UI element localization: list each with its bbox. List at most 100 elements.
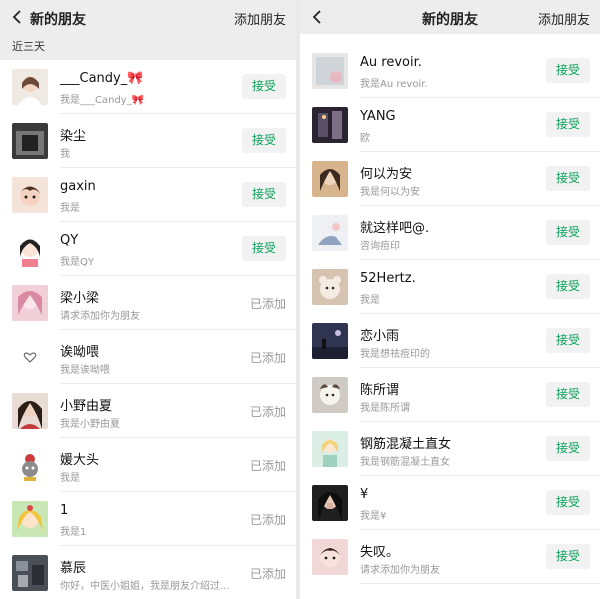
accept-button[interactable]: 接受 bbox=[546, 328, 590, 353]
accept-button[interactable]: 接受 bbox=[546, 490, 590, 515]
avatar bbox=[312, 485, 348, 521]
avatar bbox=[12, 285, 48, 321]
avatar bbox=[312, 377, 348, 413]
avatar bbox=[12, 177, 48, 213]
item-name: 钢筋混凝土直女 bbox=[360, 437, 452, 452]
list-item[interactable]: gaxin 我是 接受 bbox=[0, 168, 296, 222]
accept-button[interactable]: 接受 bbox=[546, 220, 590, 245]
accept-button[interactable]: 接受 bbox=[546, 436, 590, 461]
item-name: ¥ bbox=[360, 487, 369, 502]
item-name: 慕辰 bbox=[60, 561, 87, 576]
avatar bbox=[12, 501, 48, 537]
list-item[interactable]: 恋小雨 我是想祛痘印的 接受 bbox=[300, 314, 600, 368]
list-item[interactable]: 1 我是1 已添加 bbox=[0, 492, 296, 546]
avatar bbox=[312, 269, 348, 305]
item-message: 欧 bbox=[360, 133, 370, 144]
added-status: 已添加 bbox=[249, 513, 286, 527]
list-item[interactable]: 陈所谓 我是陈所谓 接受 bbox=[300, 368, 600, 422]
list-item[interactable]: ¥ 我是¥ 接受 bbox=[300, 476, 600, 530]
avatar bbox=[12, 123, 48, 159]
list-item[interactable]: 就这样吧@. 咨询痘印 接受 bbox=[300, 206, 600, 260]
item-message: 我是¥ bbox=[360, 511, 387, 522]
item-name: 1 bbox=[60, 503, 69, 518]
left-panel: 新的朋友 添加朋友 近三天 ___Candy_🎀 我是___Candy_🎀 接受… bbox=[0, 0, 296, 599]
list-item[interactable]: 媛大头 我是 已添加 bbox=[0, 438, 296, 492]
avatar bbox=[312, 53, 348, 89]
avatar bbox=[312, 539, 348, 575]
item-name: 陈所谓 bbox=[360, 383, 400, 398]
list-item[interactable]: 失叹。 请求添加你为朋友 接受 bbox=[300, 530, 600, 584]
item-name: 失叹。 bbox=[360, 545, 400, 560]
item-name: gaxin bbox=[60, 179, 96, 194]
avatar bbox=[12, 231, 48, 267]
back-arrow-icon[interactable] bbox=[10, 9, 26, 25]
accept-button[interactable]: 接受 bbox=[242, 182, 286, 207]
avatar bbox=[312, 107, 348, 143]
item-message: 请求添加你为朋友 bbox=[60, 311, 140, 322]
accept-button[interactable]: 接受 bbox=[546, 58, 590, 83]
avatar bbox=[312, 431, 348, 467]
list-item[interactable]: 诶呦喂 我是诶呦喂 已添加 bbox=[0, 330, 296, 384]
avatar bbox=[312, 323, 348, 359]
avatar bbox=[12, 447, 48, 483]
avatar bbox=[312, 215, 348, 251]
item-message: 咨询痘印 bbox=[360, 241, 400, 252]
accept-button[interactable]: 接受 bbox=[546, 112, 590, 137]
add-friend-link[interactable]: 添加朋友 bbox=[234, 9, 286, 28]
list-item[interactable]: QY 我是QY 接受 bbox=[0, 222, 296, 276]
added-status: 已添加 bbox=[249, 351, 286, 365]
item-name: 小野由夏 bbox=[60, 399, 113, 414]
list-item[interactable]: 何以为安 我是何以为安 接受 bbox=[300, 152, 600, 206]
avatar bbox=[12, 339, 48, 375]
item-message: 我是1 bbox=[60, 527, 87, 538]
item-message: 请求添加你为朋友 bbox=[360, 565, 440, 576]
added-status: 已添加 bbox=[249, 567, 286, 581]
item-message: 我 bbox=[60, 149, 70, 160]
add-friend-link[interactable]: 添加朋友 bbox=[538, 9, 590, 28]
added-status: 已添加 bbox=[249, 405, 286, 419]
item-message: 我是何以为安 bbox=[360, 187, 420, 198]
item-name: 诶呦喂 bbox=[60, 345, 100, 360]
item-message: 我是 bbox=[60, 203, 80, 214]
list-item[interactable]: Au revoir. 我是Au revoir. 接受 bbox=[300, 44, 600, 98]
item-message: 我是QY bbox=[60, 257, 94, 268]
item-message: 我是想祛痘印的 bbox=[360, 349, 430, 360]
item-name: QY bbox=[60, 233, 79, 248]
accept-button[interactable]: 接受 bbox=[546, 166, 590, 191]
list-item[interactable]: YANG 欧 接受 bbox=[300, 98, 600, 152]
avatar bbox=[12, 69, 48, 105]
avatar bbox=[12, 393, 48, 429]
accept-button[interactable]: 接受 bbox=[242, 74, 286, 99]
list-item[interactable]: 小野由夏 我是小野由夏 已添加 bbox=[0, 384, 296, 438]
item-name: YANG bbox=[360, 109, 396, 124]
added-status: 已添加 bbox=[249, 297, 286, 311]
accept-button[interactable]: 接受 bbox=[546, 382, 590, 407]
avatar bbox=[12, 555, 48, 591]
list-item[interactable]: 52Hertz. 我是 接受 bbox=[300, 260, 600, 314]
list-item[interactable]: 梁小梁 请求添加你为朋友 已添加 bbox=[0, 276, 296, 330]
item-message: 我是 bbox=[360, 295, 380, 306]
list-item[interactable]: ___Candy_🎀 我是___Candy_🎀 接受 bbox=[0, 60, 296, 114]
item-message: 我是 bbox=[60, 473, 80, 484]
item-message: 我是陈所谓 bbox=[360, 403, 410, 414]
header: 新的朋友 添加朋友 bbox=[300, 0, 600, 34]
item-name: 染尘 bbox=[60, 129, 87, 144]
item-name: 恋小雨 bbox=[360, 329, 400, 344]
accept-button[interactable]: 接受 bbox=[242, 236, 286, 261]
item-message: 我是诶呦喂 bbox=[60, 365, 110, 376]
list-item[interactable]: 慕辰 你好，中医小姐姐，我是朋友介绍过... 已添加 bbox=[0, 546, 296, 599]
list-item[interactable]: 染尘 我 接受 bbox=[0, 114, 296, 168]
accept-button[interactable]: 接受 bbox=[546, 544, 590, 569]
accept-button[interactable]: 接受 bbox=[242, 128, 286, 153]
item-message: 我是___Candy_🎀 bbox=[60, 95, 145, 106]
item-name: 梁小梁 bbox=[60, 291, 100, 306]
section-label: 近三天 bbox=[0, 34, 296, 60]
item-message: 我是小野由夏 bbox=[60, 419, 120, 430]
item-name: 何以为安 bbox=[360, 167, 413, 182]
friend-request-list: ___Candy_🎀 我是___Candy_🎀 接受 染尘 我 接受 gaxin… bbox=[0, 60, 296, 599]
item-name: 就这样吧@. bbox=[360, 221, 430, 236]
list-item[interactable]: 钢筋混凝土直女 我是钢筋混凝土直女 接受 bbox=[300, 422, 600, 476]
item-name: 52Hertz. bbox=[360, 271, 416, 286]
item-name: ___Candy_🎀 bbox=[60, 71, 144, 86]
accept-button[interactable]: 接受 bbox=[546, 274, 590, 299]
